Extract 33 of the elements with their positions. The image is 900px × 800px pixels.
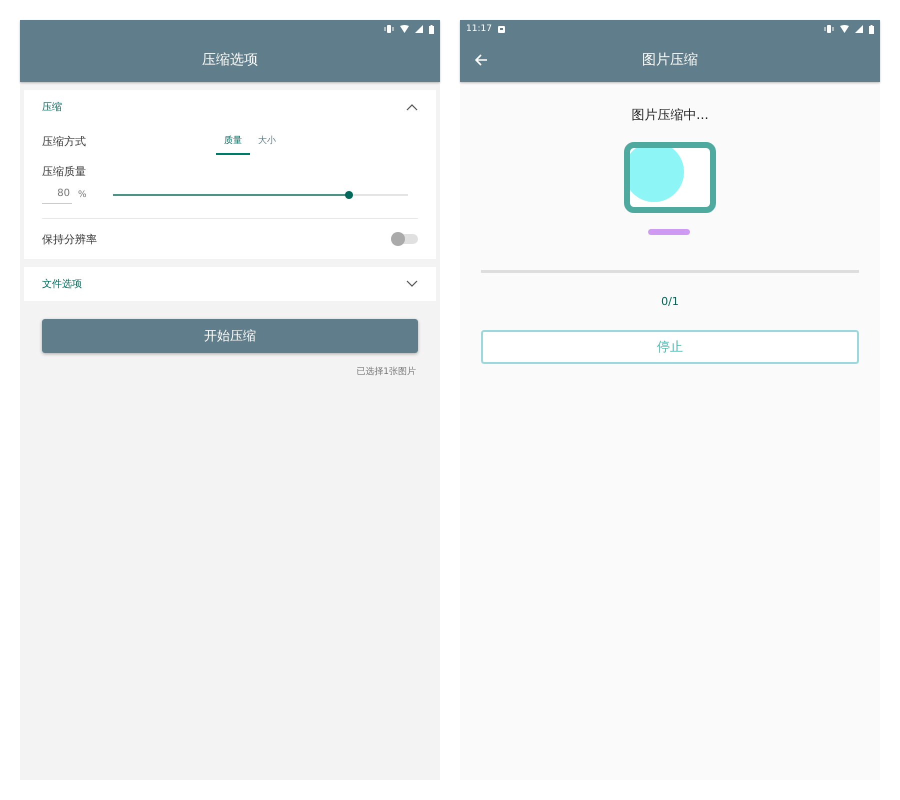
chevron-down-icon bbox=[406, 280, 418, 288]
vibrate-icon bbox=[384, 25, 394, 33]
toggle-label: 保持分辨率 bbox=[42, 232, 97, 246]
wifi-icon bbox=[400, 25, 409, 33]
section-title: 文件选项 bbox=[42, 278, 82, 291]
vibrate-icon bbox=[824, 25, 834, 33]
section-header[interactable]: 文件选项 bbox=[42, 267, 418, 301]
back-arrow-icon[interactable] bbox=[474, 53, 488, 67]
field-label: 压缩方式 bbox=[42, 134, 86, 148]
status-message: 图片压缩中... bbox=[631, 107, 709, 124]
tab[interactable]: 大小 bbox=[250, 128, 284, 154]
status-time: 11:17 bbox=[466, 24, 492, 34]
chevron-up-icon bbox=[406, 103, 418, 111]
notification-icon bbox=[498, 26, 505, 32]
unit-label: % bbox=[78, 190, 87, 200]
battery-icon bbox=[869, 24, 874, 34]
field-label: 压缩质量 bbox=[42, 164, 86, 178]
toggle-switch[interactable] bbox=[392, 234, 418, 244]
signal-icon bbox=[855, 25, 863, 33]
section-title: 压缩 bbox=[42, 100, 62, 114]
quality-input-field[interactable]: 80 bbox=[42, 186, 72, 204]
selection-note: 已选择1张图片 bbox=[356, 366, 416, 378]
screen-title: 图片压缩 bbox=[642, 51, 698, 69]
battery-icon bbox=[429, 24, 434, 34]
stop-button[interactable]: 停止 bbox=[481, 330, 859, 364]
slider-thumb[interactable] bbox=[344, 191, 353, 199]
start-button[interactable]: 开始压缩 bbox=[42, 319, 418, 353]
wifi-icon bbox=[840, 25, 849, 33]
progress-count: 0/1 bbox=[661, 295, 679, 308]
tab[interactable]: 质量 bbox=[216, 128, 250, 154]
screen-title: 压缩选项 bbox=[202, 51, 258, 69]
section-header[interactable]: 压缩 bbox=[42, 90, 418, 124]
signal-icon bbox=[415, 25, 423, 33]
